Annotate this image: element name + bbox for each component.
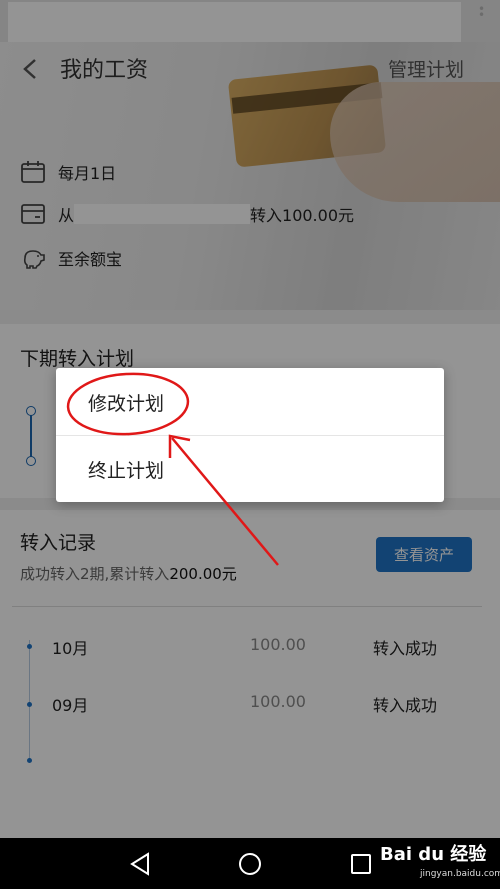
modify-plan-option[interactable]: 修改计划 — [56, 369, 444, 435]
terminate-plan-option[interactable]: 终止计划 — [56, 436, 444, 502]
recents-nav-icon[interactable] — [350, 853, 372, 875]
back-nav-icon[interactable] — [128, 852, 152, 876]
home-nav-icon[interactable] — [238, 852, 262, 876]
watermark-url: jingyan.baidu.com — [420, 869, 500, 879]
watermark-logo: Bai du 经验 — [380, 844, 487, 865]
plan-options-dialog: 修改计划 终止计划 — [56, 368, 444, 502]
